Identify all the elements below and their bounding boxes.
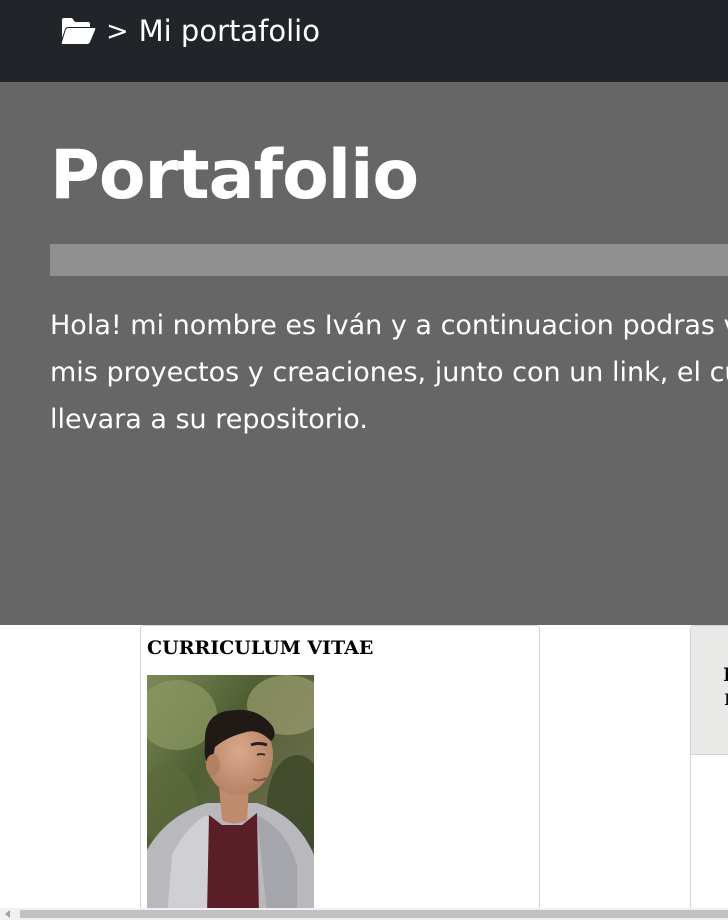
curriculum-card[interactable]: CURRICULUM VITAE <box>140 625 540 908</box>
card-subtitle-fragment: I <box>724 690 728 709</box>
breadcrumb-separator: > <box>106 15 129 47</box>
card-header: I I <box>691 626 728 755</box>
hero-section: Portafolio Hola! mi nombre es Iván y a c… <box>0 82 728 625</box>
hero-divider <box>50 244 728 276</box>
chevron-left-icon[interactable] <box>0 908 16 920</box>
card-title: CURRICULUM VITAE <box>147 637 374 659</box>
scrollbar-thumb[interactable] <box>20 910 728 918</box>
navbar-title: Mi portafolio <box>138 14 320 48</box>
top-navbar: > Mi portafolio <box>0 0 728 82</box>
project-card-partial[interactable]: I I <box>690 625 728 908</box>
page-title: Portafolio <box>50 136 419 215</box>
project-cards: CURRICULUM VITAE <box>0 625 728 908</box>
folder-open-icon <box>60 16 96 46</box>
hero-intro-text: Hola! mi nombre es Iván y a continuacion… <box>50 310 728 435</box>
horizontal-scrollbar[interactable] <box>0 908 728 920</box>
profile-photo <box>147 675 314 908</box>
card-title-fragment: I <box>723 664 728 686</box>
navbar-brand-link[interactable]: > Mi portafolio <box>60 14 320 48</box>
